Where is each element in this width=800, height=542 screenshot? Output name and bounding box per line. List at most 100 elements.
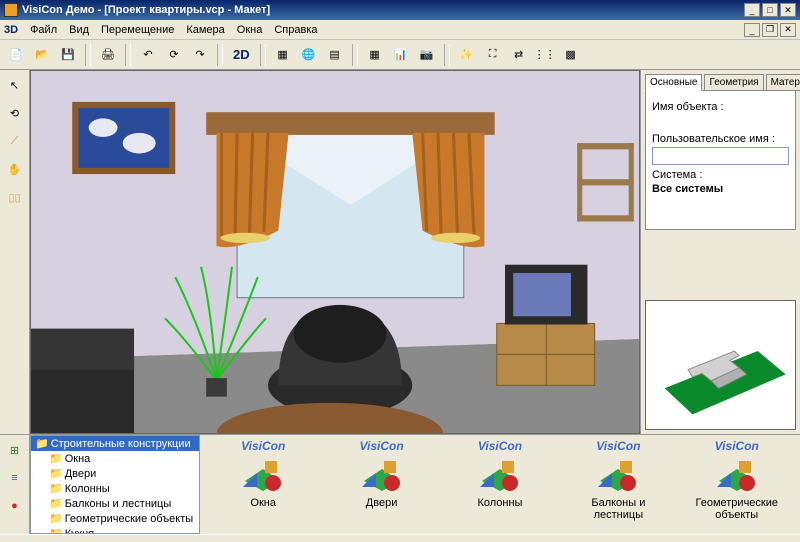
- lib-item-balconies[interactable]: VisiCon Балконы и лестницы: [566, 439, 671, 521]
- mode-2d-button[interactable]: 2D: [228, 43, 255, 67]
- lib-tool-a[interactable]: ⊞: [4, 439, 26, 461]
- lib-label: Колонны: [447, 497, 552, 509]
- tree-item-label: Окна: [65, 453, 91, 465]
- mdi-minimize-button[interactable]: _: [744, 23, 760, 37]
- print-button[interactable]: 🖨: [96, 43, 120, 67]
- viewport-3d[interactable]: [30, 70, 640, 434]
- array-button[interactable]: ⋮⋮: [533, 43, 557, 67]
- lib-tool-b[interactable]: ≡: [4, 467, 26, 489]
- tool-b-button[interactable]: 🌐: [297, 43, 321, 67]
- undo-icon: ↶: [143, 48, 152, 61]
- lib-item-columns[interactable]: VisiCon Колонны: [447, 439, 552, 509]
- menu-help[interactable]: Справка: [268, 22, 323, 38]
- left-toolbar: ↖ ⟲ ⟋ ✋ ▯▯: [0, 70, 30, 434]
- pan-tool[interactable]: ✋: [4, 158, 26, 180]
- close-button[interactable]: ✕: [780, 3, 796, 17]
- menu-file[interactable]: Файл: [24, 22, 63, 38]
- lib-label: Геометрические объекты: [684, 497, 789, 521]
- camera-button[interactable]: 📷: [415, 43, 439, 67]
- hand-icon: ✋: [8, 163, 22, 176]
- tab-geometry[interactable]: Геометрия: [704, 74, 763, 91]
- book-tool[interactable]: ▯▯: [4, 186, 26, 208]
- category-tree[interactable]: 📁Строительные конструкции 📁Окна 📁Двери 📁…: [30, 435, 200, 534]
- folder-icon: 📁: [49, 498, 63, 510]
- menu-windows[interactable]: Окна: [231, 22, 269, 38]
- tree-root-label: Строительные конструкции: [51, 438, 191, 450]
- lib-item-doors[interactable]: VisiCon Двери: [329, 439, 434, 509]
- tool-c-button[interactable]: ▤: [323, 43, 347, 67]
- rotate90-button[interactable]: ⟳: [162, 43, 186, 67]
- user-name-input[interactable]: [652, 147, 789, 165]
- select-tool[interactable]: ↖: [4, 74, 26, 96]
- maximize-button[interactable]: □: [762, 3, 778, 17]
- mdi-close-button[interactable]: ✕: [780, 23, 796, 37]
- grid-icon: ▦: [369, 48, 379, 61]
- save-button[interactable]: 💾: [56, 43, 80, 67]
- menu-view[interactable]: Вид: [63, 22, 95, 38]
- mdi-restore-button[interactable]: ❐: [762, 23, 778, 37]
- chart-button[interactable]: 📊: [389, 43, 413, 67]
- box-icon: ▦: [277, 48, 287, 61]
- folder-icon: 📁: [49, 453, 63, 465]
- app-icon: [4, 3, 18, 17]
- mode-3d-label: 3D: [4, 24, 18, 36]
- save-icon: 💾: [61, 48, 75, 61]
- fill-icon: ▩: [565, 48, 575, 61]
- fill-button[interactable]: ▩: [559, 43, 583, 67]
- tree-item-label: Колонны: [65, 483, 110, 495]
- tree-doors[interactable]: 📁Двери: [31, 466, 199, 481]
- tree-root[interactable]: 📁Строительные конструкции: [31, 436, 199, 451]
- tree-item-label: Балконы и лестницы: [65, 498, 172, 510]
- mirror-icon: ⇄: [514, 48, 523, 61]
- label-user-name: Пользовательское имя :: [652, 133, 789, 145]
- lib-brand: VisiCon: [684, 439, 789, 453]
- fit-button[interactable]: ⛶: [481, 43, 505, 67]
- tree-kitchen[interactable]: 📁Кухня: [31, 526, 199, 534]
- menu-camera[interactable]: Камера: [180, 22, 230, 38]
- redo-icon: ↷: [195, 48, 204, 61]
- tab-materials[interactable]: Материалы: [766, 74, 800, 91]
- lib-brand: VisiCon: [566, 439, 671, 453]
- label-object-name: Имя объекта :: [652, 101, 789, 113]
- undo-button[interactable]: ↶: [136, 43, 160, 67]
- new-button[interactable]: 📄: [4, 43, 28, 67]
- folder-icon: 📁: [49, 513, 63, 525]
- tree-windows[interactable]: 📁Окна: [31, 451, 199, 466]
- array-icon: ⋮⋮: [534, 48, 556, 61]
- tab-main[interactable]: Основные: [645, 74, 702, 91]
- lib-brand: VisiCon: [329, 439, 434, 453]
- redo-button[interactable]: ↷: [188, 43, 212, 67]
- layers-icon: ▤: [329, 48, 339, 61]
- tree-item-label: Двери: [65, 468, 97, 480]
- tree-columns[interactable]: 📁Колонны: [31, 481, 199, 496]
- lib-item-windows[interactable]: VisiCon Окна: [211, 439, 316, 509]
- grid-button[interactable]: ▦: [363, 43, 387, 67]
- lib-tool-c[interactable]: ●: [4, 495, 26, 517]
- minimize-button[interactable]: _: [744, 3, 760, 17]
- folder-icon: 📁: [35, 438, 49, 450]
- lib-icon: [684, 455, 789, 495]
- wand-icon: ✨: [460, 48, 474, 61]
- rotate-tool[interactable]: ⟲: [4, 102, 26, 124]
- mirror-button[interactable]: ⇄: [507, 43, 531, 67]
- tree-balconies[interactable]: 📁Балконы и лестницы: [31, 496, 199, 511]
- label-system: Система :: [652, 169, 789, 181]
- wand-button[interactable]: ✨: [455, 43, 479, 67]
- measure-tool[interactable]: ⟋: [4, 130, 26, 152]
- cursor-icon: ↖: [10, 79, 19, 92]
- lib-brand: VisiCon: [447, 439, 552, 453]
- lib-icon: [447, 455, 552, 495]
- lib-label: Балконы и лестницы: [566, 497, 671, 521]
- minimap[interactable]: [645, 300, 796, 430]
- tree-geom[interactable]: 📁Геометрические объекты: [31, 511, 199, 526]
- menu-move[interactable]: Перемещение: [95, 22, 180, 38]
- lib-item-geom[interactable]: VisiCon Геометрические объекты: [684, 439, 789, 521]
- rotate-arrow-icon: ⟲: [10, 107, 19, 120]
- lib-label: Окна: [211, 497, 316, 509]
- tree-item-label: Геометрические объекты: [65, 513, 193, 525]
- tool-a-button[interactable]: ▦: [271, 43, 295, 67]
- library-panel: ⊞ ≡ ● 📁Строительные конструкции 📁Окна 📁Д…: [0, 434, 800, 534]
- open-icon: 📂: [35, 48, 49, 61]
- fit-icon: ⛶: [489, 48, 497, 61]
- open-button[interactable]: 📂: [30, 43, 54, 67]
